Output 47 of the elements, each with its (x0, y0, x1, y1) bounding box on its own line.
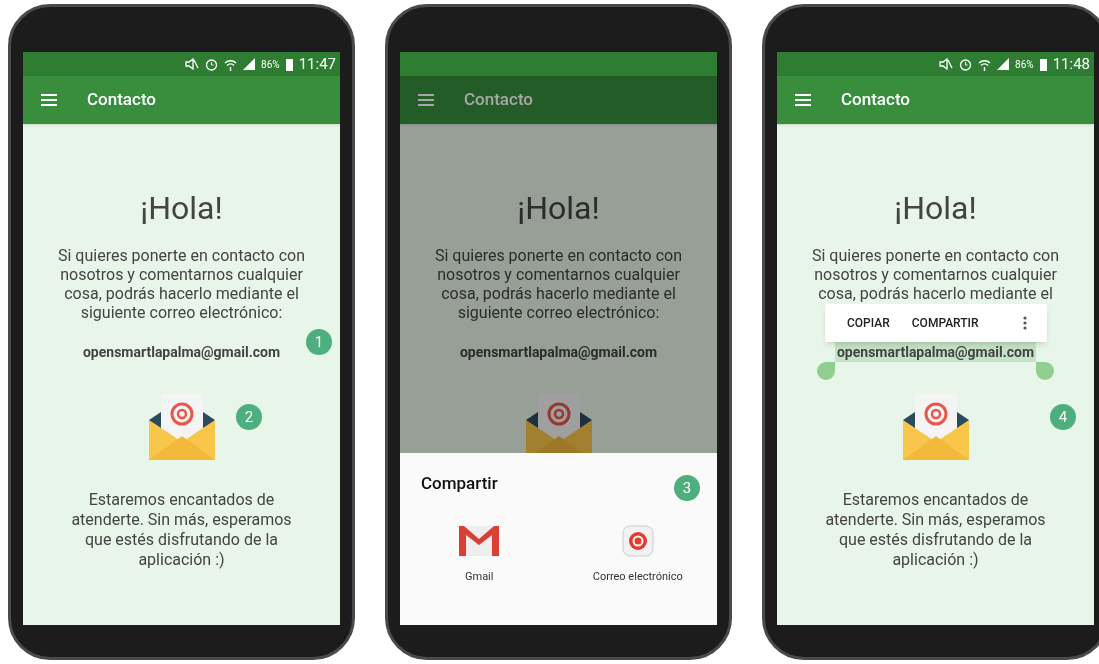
wifi-icon (978, 57, 992, 71)
step-number-badge: 2 (236, 404, 262, 430)
battery-icon (1039, 57, 1047, 71)
screen-title: Contacto (841, 88, 910, 112)
clock-time: 11:48 (1052, 53, 1090, 75)
intro-paragraph: Si quieres ponerte en contacto con nosotros y comentarnos cualquier cosa, podrás hacerlo mediante el siguiente correo electrónico: (57, 246, 306, 322)
closing-paragraph: Estaremos encantados de atenderte. Sin más, esperamos que estés disfrutando de la aplicación :) (824, 490, 1047, 570)
battery-icon (285, 57, 293, 71)
menu-icon[interactable] (41, 94, 57, 106)
selection-handle[interactable] (816, 362, 835, 380)
wifi-icon (224, 57, 238, 71)
menu-action[interactable]: COPIAR (847, 314, 890, 332)
step-number-badge: 4 (1050, 404, 1076, 430)
share-target[interactable]: Gmail (400, 525, 559, 586)
intro-paragraph: Si quieres ponerte en contacto con nosotros y comentarnos cualquier cosa, podrás hacerlo mediante el (811, 246, 1060, 303)
sheet-title: Compartir (421, 472, 498, 495)
menu-icon[interactable] (795, 94, 811, 106)
clock-time: 11:47 (298, 53, 336, 75)
share-target-label: Correo electrónico (592, 569, 683, 585)
screen-title: Contacto (464, 88, 533, 112)
closing-paragraph: Estaremos encantados de atenderte. Sin más, esperamos que estés disfrutando de la aplicación :) (70, 490, 293, 570)
share-target-label: Gmail (465, 569, 494, 585)
more-options-icon[interactable] (1023, 316, 1027, 330)
alarm-icon (959, 57, 973, 71)
signal-icon (997, 58, 1010, 70)
battery-percent: 86% (261, 57, 280, 72)
mute-icon (939, 58, 954, 70)
selection-handle[interactable] (1036, 362, 1055, 380)
screen-title: Contacto (87, 88, 156, 112)
greeting-heading: ¡Hola! (517, 188, 600, 228)
signal-icon (243, 58, 256, 70)
mail-m-icon (459, 526, 500, 556)
email-address[interactable]: opensmartlapalma@gmail.com (80, 342, 283, 362)
alarm-icon (205, 57, 219, 71)
step-number-badge: 3 (674, 475, 700, 501)
mail-at-icon (621, 525, 654, 557)
menu-icon[interactable] (418, 94, 434, 106)
email-address[interactable]: opensmartlapalma@gmail.com (457, 342, 660, 362)
intro-paragraph: Si quieres ponerte en contacto con nosotros y comentarnos cualquier cosa, podrás hacerlo mediante el siguiente correo electrónico: (434, 246, 683, 322)
battery-percent: 86% (1015, 57, 1034, 72)
email-address[interactable]: opensmartlapalma@gmail.com (834, 342, 1037, 362)
mute-icon (185, 58, 200, 70)
share-target[interactable]: Correo electrónico (558, 525, 717, 586)
greeting-heading: ¡Hola! (140, 188, 223, 228)
greeting-heading: ¡Hola! (894, 188, 977, 228)
menu-action[interactable]: COMPARTIR (911, 314, 979, 332)
step-number-badge: 1 (306, 329, 332, 355)
